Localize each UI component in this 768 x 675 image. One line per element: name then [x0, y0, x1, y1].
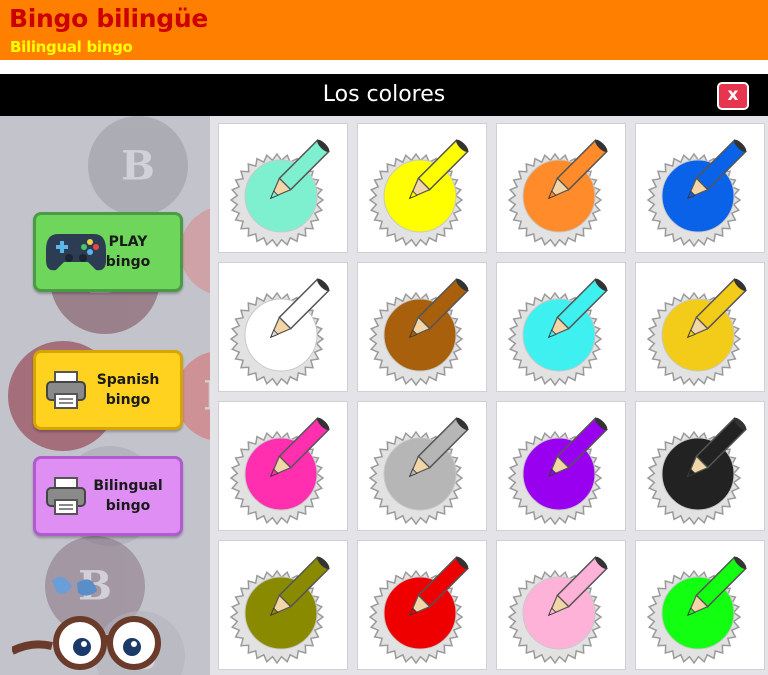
color-card-gray[interactable]	[357, 401, 487, 531]
pencil-sticker-icon	[229, 139, 330, 248]
play-bingo-button[interactable]: PLAY bingo	[33, 212, 183, 292]
pencil-sticker-icon	[229, 556, 330, 665]
window-title: Los colores	[322, 82, 446, 107]
color-card-olive[interactable]	[218, 540, 348, 670]
close-button[interactable]: x	[717, 82, 749, 110]
pencil-sticker-icon	[229, 278, 330, 387]
pencil-sticker-icon	[368, 139, 469, 248]
page-subtitle: Bilingual bingo	[10, 38, 133, 56]
spanish-bingo-label: Spanish bingo	[96, 372, 160, 408]
page-title: Bingo bilingüe	[9, 4, 209, 33]
color-card-aquamarine[interactable]	[218, 123, 348, 253]
spanish-bingo-button[interactable]: Spanish bingo	[33, 350, 183, 430]
background-bingo-ball	[180, 206, 210, 296]
pencil-sticker-icon	[507, 139, 608, 248]
color-card-white[interactable]	[218, 262, 348, 392]
printer-icon	[46, 371, 86, 409]
pencil-sticker-icon	[368, 278, 469, 387]
pencil-sticker-icon	[229, 417, 330, 526]
color-card-light-pink[interactable]	[496, 540, 626, 670]
background-bingo-ball	[88, 116, 188, 216]
color-card-purple[interactable]	[496, 401, 626, 531]
pencil-sticker-icon	[646, 417, 747, 526]
color-card-grid	[210, 116, 768, 675]
pencil-sticker-icon	[646, 139, 747, 248]
play-bingo-label: PLAY bingo	[105, 234, 151, 270]
side-panel: PLAY bingo Spanish bingo	[0, 116, 210, 675]
game-window: Los colores x PLAY b	[0, 74, 768, 675]
pencil-sticker-icon	[368, 556, 469, 665]
color-card-pink[interactable]	[218, 401, 348, 531]
printer-icon	[46, 477, 86, 515]
color-card-black[interactable]	[635, 401, 765, 531]
color-card-green[interactable]	[635, 540, 765, 670]
color-card-yellow[interactable]	[357, 123, 487, 253]
title-bar: Los colores x	[0, 74, 768, 116]
pencil-sticker-icon	[368, 417, 469, 526]
mascot-glasses-icon	[12, 577, 161, 670]
color-card-red[interactable]	[357, 540, 487, 670]
pencil-sticker-icon	[507, 417, 608, 526]
color-card-cyan[interactable]	[496, 262, 626, 392]
bilingual-bingo-button[interactable]: Bilingual bingo	[33, 456, 183, 536]
bilingual-bingo-label: Bilingual bingo	[93, 478, 163, 514]
color-card-orange[interactable]	[496, 123, 626, 253]
top-banner: Bingo bilingüe Bilingual bingo	[0, 0, 768, 60]
pencil-sticker-icon	[507, 556, 608, 665]
pencil-sticker-icon	[646, 556, 747, 665]
color-card-blue[interactable]	[635, 123, 765, 253]
pencil-sticker-icon	[646, 278, 747, 387]
color-card-brown[interactable]	[357, 262, 487, 392]
pencil-sticker-icon	[507, 278, 608, 387]
color-card-gold[interactable]	[635, 262, 765, 392]
